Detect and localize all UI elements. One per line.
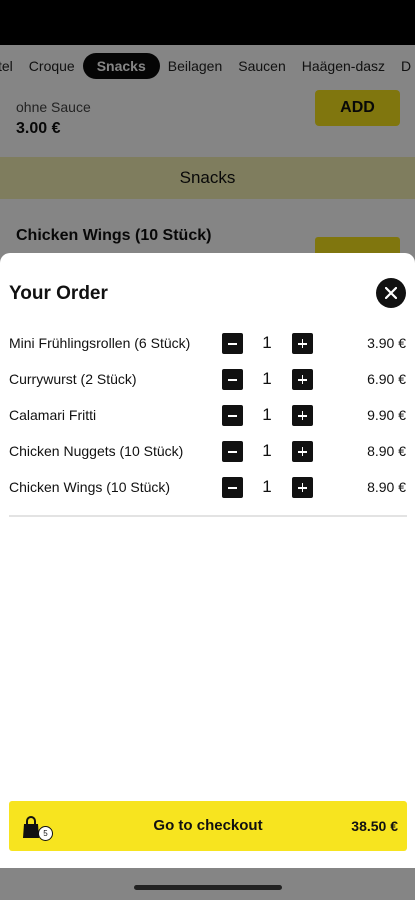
plus-icon-vertical (301, 375, 304, 384)
item-quantity: 1 (262, 441, 272, 460)
increase-quantity-button[interactable] (292, 369, 313, 390)
order-sheet: Your Order Mini Frühlingsrollen (6 Stück… (0, 253, 415, 868)
decrease-quantity-button[interactable] (222, 441, 243, 462)
decrease-quantity-button[interactable] (222, 333, 243, 354)
home-indicator[interactable] (134, 885, 282, 890)
item-price: 8.90 € (367, 443, 406, 459)
decrease-quantity-button[interactable] (222, 477, 243, 498)
order-row: Mini Frühlingsrollen (6 Stück) 1 3.90 € (0, 325, 415, 361)
plus-icon-vertical (301, 483, 304, 492)
item-name: Chicken Wings (10 Stück) (9, 479, 171, 495)
checkout-total: 38.50 € (351, 818, 398, 834)
item-name: Currywurst (2 Stück) (9, 371, 137, 387)
minus-icon (228, 343, 237, 345)
item-name: Chicken Nuggets (10 Stück) (9, 443, 184, 459)
item-quantity: 1 (262, 333, 272, 352)
checkout-button[interactable]: 5 Go to checkout 38.50 € (9, 801, 407, 851)
decrease-quantity-button[interactable] (222, 369, 243, 390)
item-quantity: 1 (262, 477, 272, 496)
item-price: 6.90 € (367, 371, 406, 387)
increase-quantity-button[interactable] (292, 441, 313, 462)
item-price: 3.90 € (367, 335, 406, 351)
close-icon (385, 287, 397, 299)
item-name: Calamari Fritti (9, 407, 97, 423)
item-price: 9.90 € (367, 407, 406, 423)
plus-icon-vertical (301, 339, 304, 348)
increase-quantity-button[interactable] (292, 333, 313, 354)
checkout-label: Go to checkout (153, 817, 263, 834)
item-name: Mini Frühlingsrollen (6 Stück) (9, 335, 191, 351)
close-button[interactable] (376, 278, 406, 308)
item-quantity: 1 (262, 405, 272, 424)
item-price: 8.90 € (367, 479, 406, 495)
order-row: Chicken Wings (10 Stück) 1 8.90 € (0, 469, 415, 505)
status-bar (0, 0, 415, 45)
minus-icon (228, 379, 237, 381)
order-row: Currywurst (2 Stück) 1 6.90 € (0, 361, 415, 397)
item-quantity: 1 (262, 369, 272, 388)
screen: tel Croque Snacks Beilagen Saucen Haägen… (0, 0, 415, 900)
minus-icon (228, 487, 237, 489)
increase-quantity-button[interactable] (292, 477, 313, 498)
sheet-title: Your Order (9, 283, 108, 304)
minus-icon (228, 451, 237, 453)
order-list: Mini Frühlingsrollen (6 Stück) 1 3.90 € … (0, 325, 415, 505)
order-row: Calamari Fritti 1 9.90 € (0, 397, 415, 433)
divider (9, 515, 407, 517)
plus-icon-vertical (301, 447, 304, 456)
increase-quantity-button[interactable] (292, 405, 313, 426)
plus-icon-vertical (301, 411, 304, 420)
minus-icon (228, 415, 237, 417)
decrease-quantity-button[interactable] (222, 405, 243, 426)
order-row: Chicken Nuggets (10 Stück) 1 8.90 € (0, 433, 415, 469)
